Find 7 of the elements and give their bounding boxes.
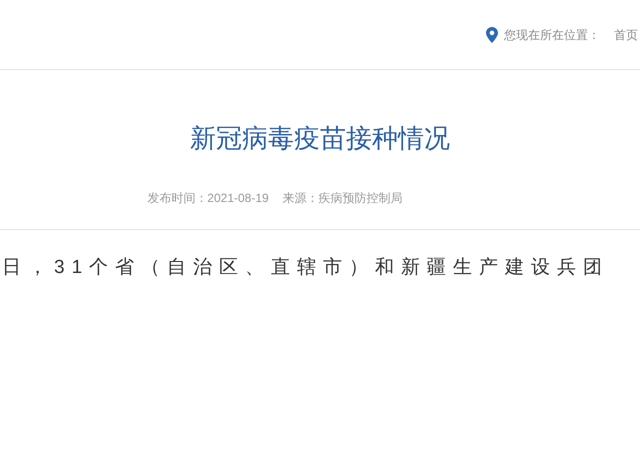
location-pin-icon: [486, 26, 498, 42]
breadcrumb-link[interactable]: 首页: [614, 26, 638, 44]
article-paragraph: 日，31个省（自治区、直辖市）和新疆生产建设兵团: [1, 256, 610, 280]
article-source: 来源：疾病预防控制局: [282, 190, 403, 206]
article-title: 新冠病毒疫苗接种情况: [190, 122, 450, 154]
breadcrumb-label: 您现在所在位置：: [504, 26, 600, 44]
publish-date: 发布时间：2021-08-19: [147, 190, 269, 206]
